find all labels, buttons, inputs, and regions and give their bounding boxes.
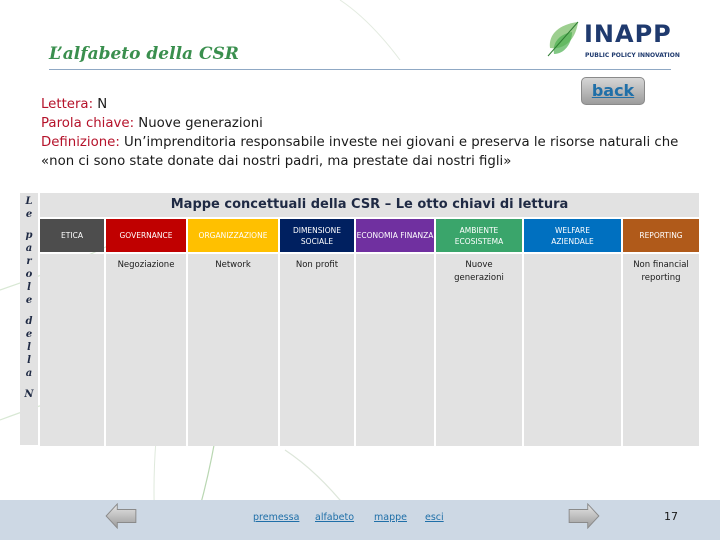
title-divider [49, 69, 671, 70]
letter-value: N [93, 97, 108, 112]
map-title: Mappe concettuali della CSR – Le otto ch… [40, 193, 699, 217]
definition-value: Un’imprenditoria responsabile investe ne… [41, 135, 679, 169]
keyword-label: Parola chiave: [41, 116, 135, 131]
side-letter: L [25, 196, 33, 207]
nav-link-mappe[interactable]: mappe [374, 512, 407, 523]
map-column-entry[interactable]: Network [188, 254, 278, 446]
nav-link-alfabeto[interactable]: alfabeto [315, 512, 354, 523]
map-column-welfare-aziendale: WELFARE AZIENDALE [524, 219, 621, 446]
side-letter: e [25, 209, 33, 220]
side-letter: r [26, 256, 32, 267]
map-column-ambiente-ecosistema: AMBIENTE ECOSISTEMA Nuove generazioni [436, 219, 522, 446]
nav-link-esci[interactable]: esci [425, 512, 444, 523]
side-letter: l [27, 342, 31, 353]
side-letter: d [25, 316, 33, 327]
map-key-button[interactable]: ORGANIZZAZIONE [188, 219, 278, 252]
map-key-button[interactable]: ECONOMIA FINANZA [356, 219, 434, 252]
definition-label: Definizione: [41, 135, 120, 150]
side-gap [20, 307, 38, 315]
inapp-logo: INAPP PUBLIC POLICY INNOVATION [546, 16, 680, 64]
side-letter: a [25, 243, 33, 254]
letter-line: Lettera: N [41, 95, 701, 114]
page-title: L’alfabeto della CSR [49, 44, 239, 64]
map-column-entry[interactable]: Negoziazione [106, 254, 186, 446]
side-letter: e [25, 295, 33, 306]
map-column-entry[interactable]: Non profit [280, 254, 354, 446]
map-column-etica: ETICA [40, 219, 104, 446]
map-column-governance: GOVERNANCE Negoziazione [106, 219, 186, 446]
map-column-economia-finanza: ECONOMIA FINANZA [356, 219, 434, 446]
side-gap [20, 221, 38, 229]
arrow-right-icon[interactable] [567, 503, 601, 529]
map-column-entry [356, 254, 434, 446]
keyword-value: Nuove generazioni [134, 116, 263, 131]
map-key-button[interactable]: GOVERNANCE [106, 219, 186, 252]
keyword-line: Parola chiave: Nuove generazioni [41, 114, 701, 133]
nav-link-premessa[interactable]: premessa [253, 512, 299, 523]
side-letter: a [25, 368, 33, 379]
map-column-organizzazione: ORGANIZZAZIONE Network [188, 219, 278, 446]
side-letter: p [25, 230, 33, 241]
map-column-entry [524, 254, 621, 446]
side-letter: l [27, 355, 31, 366]
map-key-button[interactable]: AMBIENTE ECOSISTEMA [436, 219, 522, 252]
definition-line: Definizione: Un’imprenditoria responsabi… [41, 133, 701, 171]
side-letter: o [25, 269, 33, 280]
map-key-button[interactable]: REPORTING [623, 219, 699, 252]
arrow-left-icon[interactable] [104, 503, 138, 529]
map-column-reporting: REPORTING Non financial reporting [623, 219, 699, 446]
side-gap [20, 380, 38, 388]
letter-label: Lettera: [41, 97, 94, 112]
map-column-dimensione-sociale: DIMENSIONE SOCIALE Non profit [280, 219, 354, 446]
logo-tagline: PUBLIC POLICY INNOVATION [585, 52, 680, 59]
logo-wordmark: INAPP [584, 20, 672, 48]
vertical-label-strip: L e p a r o l e d e l l a N [20, 193, 38, 445]
map-key-button[interactable]: WELFARE AZIENDALE [524, 219, 621, 252]
map-column-entry [40, 254, 104, 446]
leaf-icon [547, 21, 579, 57]
map-column-entry[interactable]: Nuove generazioni [436, 254, 522, 446]
side-letter: e [25, 329, 33, 340]
side-letter: N [24, 389, 34, 400]
side-letter: l [27, 282, 31, 293]
page-number: 17 [664, 510, 678, 523]
map-column-entry[interactable]: Non financial reporting [623, 254, 699, 446]
map-key-button[interactable]: ETICA [40, 219, 104, 252]
letter-info: Lettera: N Parola chiave: Nuove generazi… [41, 95, 701, 171]
map-key-button[interactable]: DIMENSIONE SOCIALE [280, 219, 354, 252]
